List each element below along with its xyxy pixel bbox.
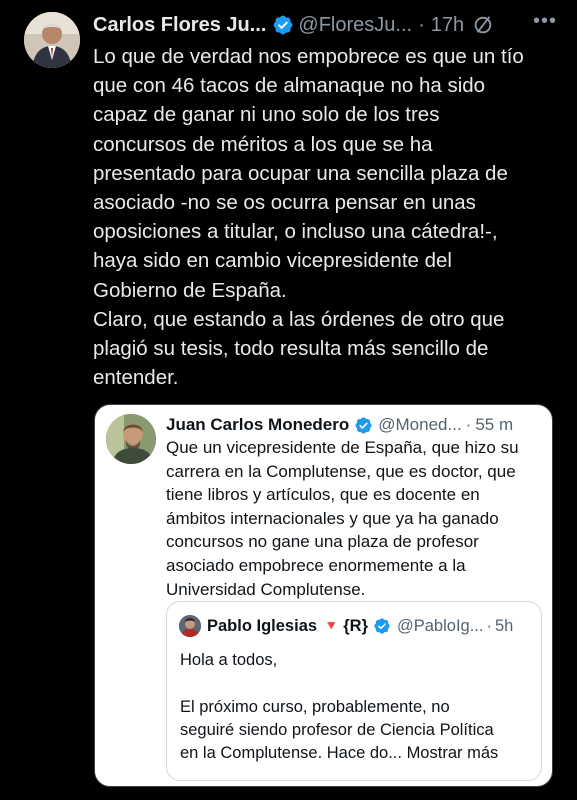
tweet[interactable]: Carlos Flores Ju... @FloresJu... · 17h •… — [0, 0, 577, 800]
more-options-icon[interactable]: ••• — [533, 10, 557, 33]
quoted-tweet-header: Juan Carlos Monedero @Moned... · 55 m — [166, 413, 513, 437]
tweet-text: Lo que de verdad nos empobrece es que un… — [93, 45, 524, 390]
quoted-tweet-time[interactable]: 55 m — [475, 415, 513, 435]
nested-quoted-tweet[interactable]: Pablo Iglesias 🔻 {R} @PabloIg... · 5h Ho… — [166, 601, 542, 781]
quoted-author-name[interactable]: Juan Carlos Monedero — [166, 415, 349, 435]
verified-badge-icon — [273, 15, 293, 35]
quoted-tweet-text: Que un vicepresidente de España, que hiz… — [166, 438, 519, 599]
nested-author-name[interactable]: Pablo Iglesias — [207, 617, 317, 636]
nested-tweet-header: Pablo Iglesias 🔻 {R} @PabloIg... · 5h — [179, 615, 513, 637]
separator-dot: · — [486, 616, 492, 635]
verified-badge-icon — [355, 416, 372, 434]
muted-conversation-icon — [474, 16, 492, 34]
nested-tweet-text: Hola a todos, El próximo curso, probable… — [180, 649, 536, 765]
tweet-time[interactable]: 17h — [431, 14, 464, 37]
separator-dot: · — [418, 13, 425, 36]
show-more-link[interactable]: Mostrar más — [407, 744, 499, 762]
quoted-tweet[interactable]: Juan Carlos Monedero @Moned... · 55 m Qu… — [94, 404, 553, 787]
nested-tweet-time[interactable]: 5h — [495, 617, 513, 636]
author-avatar[interactable] — [24, 12, 80, 68]
red-triangle-icon: 🔻 — [323, 618, 340, 633]
nested-author-avatar[interactable] — [179, 615, 201, 637]
tweet-header: Carlos Flores Ju... @FloresJu... · 17h •… — [93, 10, 563, 38]
verified-badge-icon — [374, 618, 390, 634]
separator-dot: · — [465, 415, 472, 434]
quoted-author-avatar[interactable] — [106, 414, 156, 464]
nested-author-handle[interactable]: @PabloIg... — [397, 617, 483, 636]
author-badge-text: {R} — [343, 616, 368, 635]
author-name[interactable]: Carlos Flores Ju... — [93, 14, 266, 37]
quoted-author-handle[interactable]: @Moned... — [378, 415, 461, 435]
nested-tweet-line1: Hola a todos, — [180, 651, 278, 669]
author-handle[interactable]: @FloresJu... — [298, 14, 412, 37]
